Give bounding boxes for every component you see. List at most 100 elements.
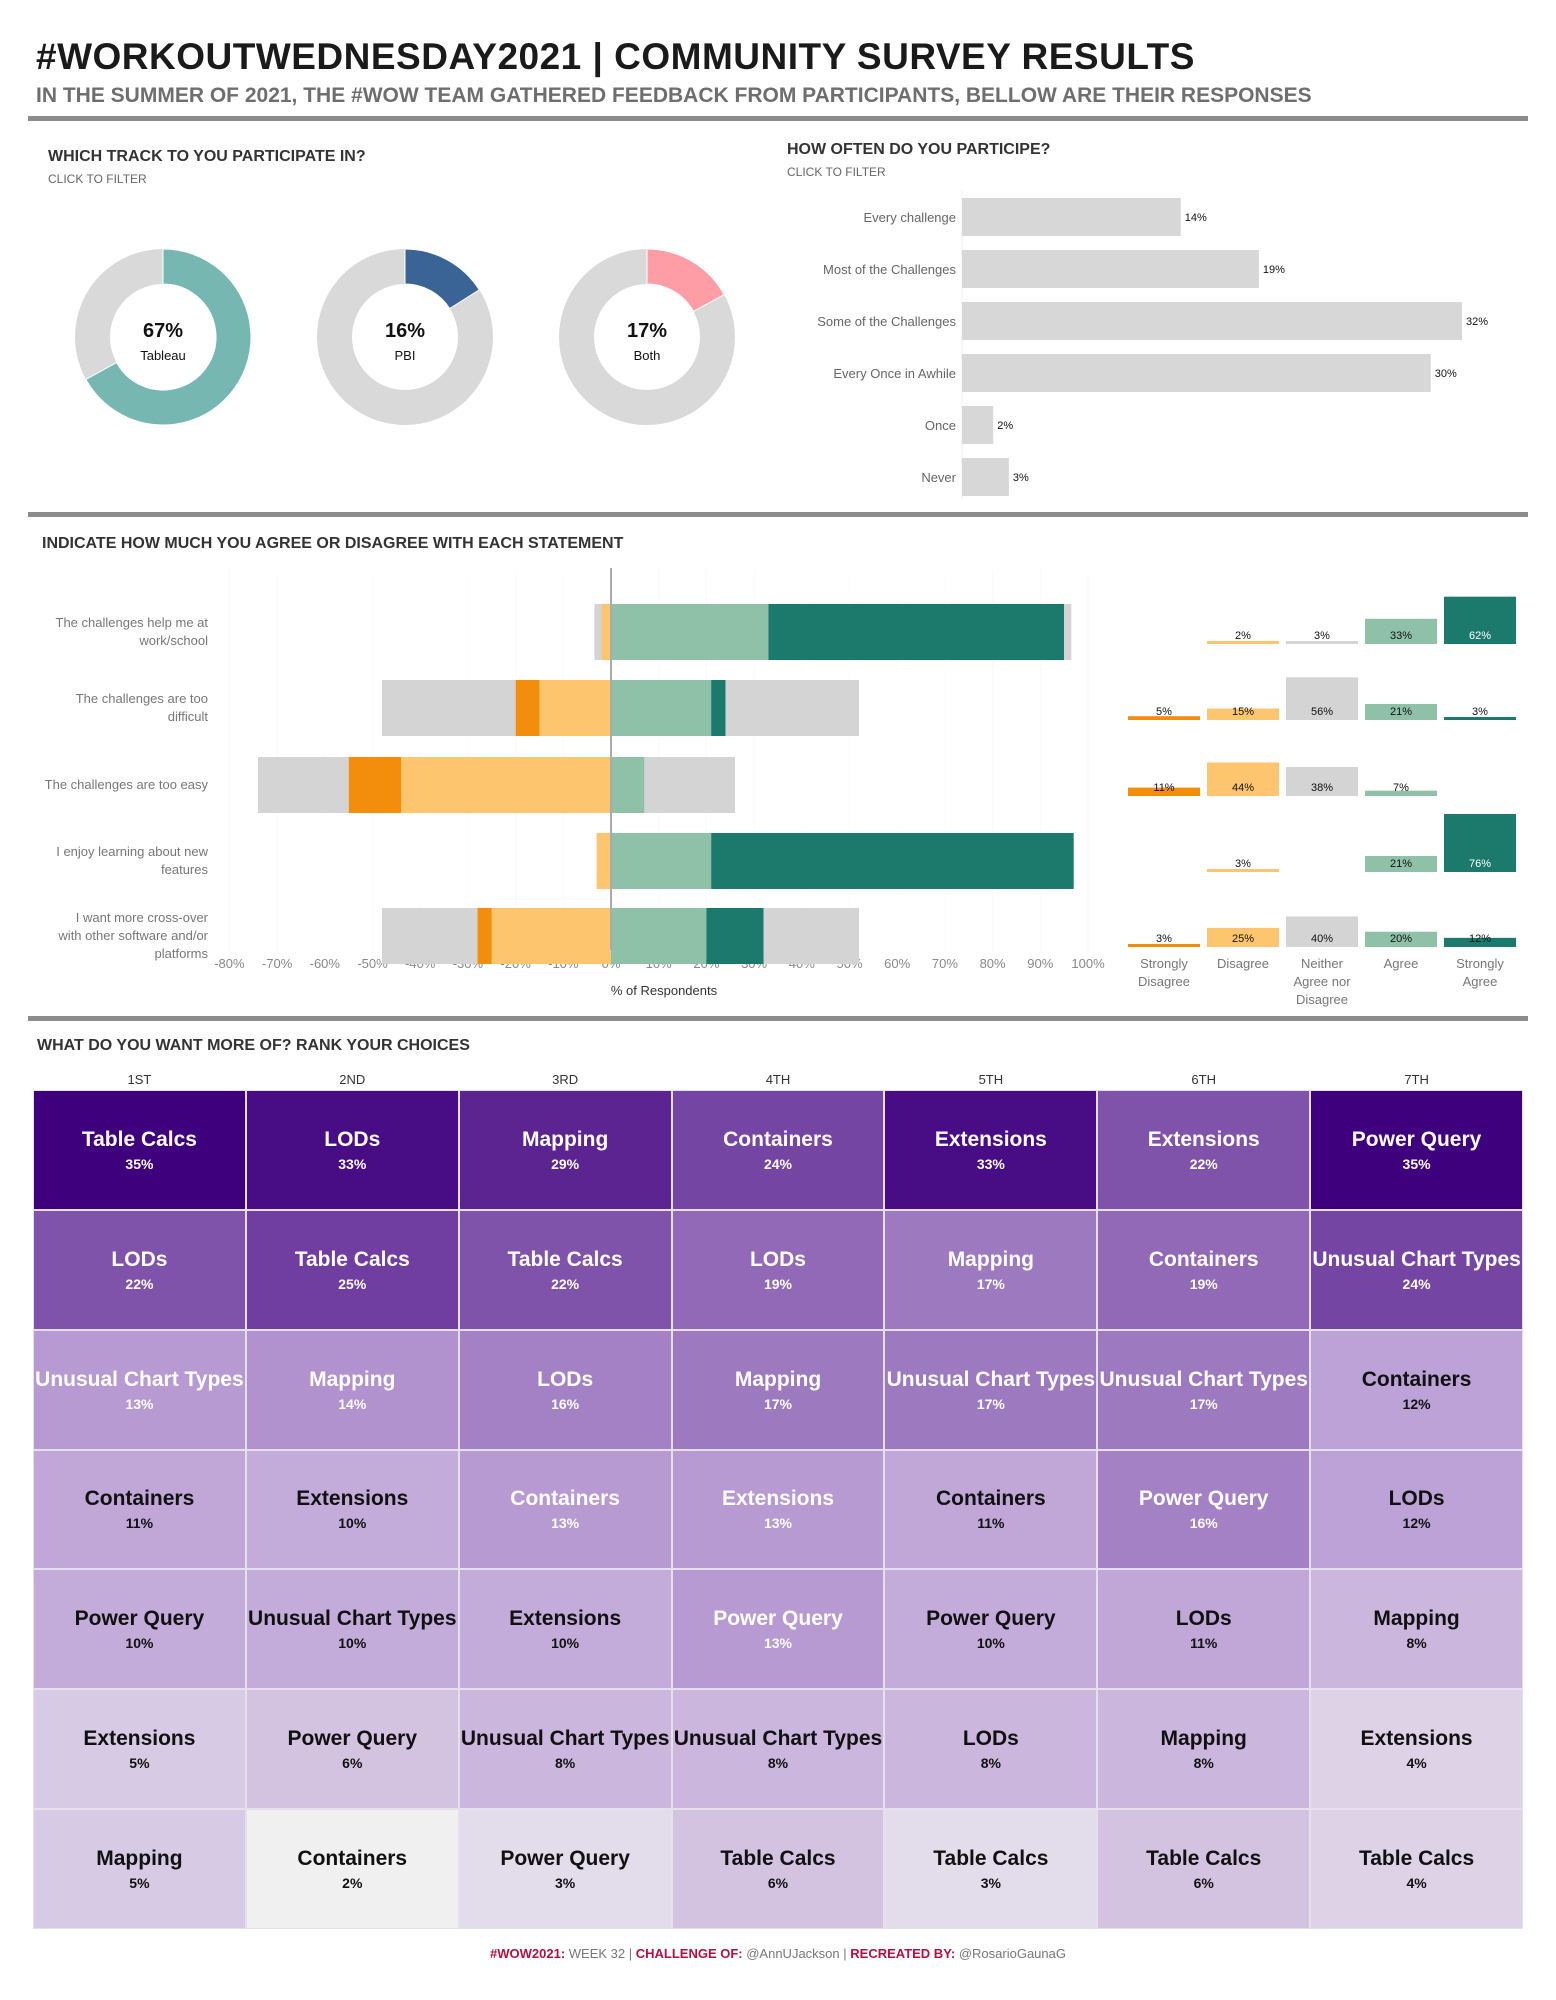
rank-cell[interactable]: Power Query 13% <box>671 1569 885 1690</box>
rank-cell[interactable]: Power Query 3% <box>458 1809 672 1929</box>
rank-cell[interactable]: Unusual Chart Types 17% <box>884 1329 1098 1450</box>
rank-cell[interactable]: Table Calcs 6% <box>671 1809 885 1929</box>
rank-cell[interactable]: Power Query 6% <box>245 1689 459 1810</box>
frequency-bar-chart[interactable]: Every challenge 14% Most of the Challenges… <box>780 190 1556 500</box>
rank-cell[interactable]: Containers 12% <box>1310 1329 1523 1450</box>
donut-tableau[interactable]: 67% Tableau <box>75 248 252 426</box>
rank-cell[interactable]: Containers 2% <box>245 1809 459 1929</box>
rank-cell-feature: Power Query <box>713 1607 843 1631</box>
multiple-value-label: 11% <box>1153 782 1174 794</box>
rank-cell[interactable]: Table Calcs 25% <box>245 1209 459 1330</box>
x-tick-label: 90% <box>1027 956 1053 971</box>
frequency-bar[interactable] <box>962 250 1259 288</box>
footer-recreated-author[interactable]: @RosarioGaunaG <box>955 1946 1066 1961</box>
rank-cell[interactable]: LODs 22% <box>33 1209 246 1330</box>
multiple-value-label: 44% <box>1232 782 1254 794</box>
rank-cell[interactable]: Containers 24% <box>671 1090 885 1210</box>
rank-cell-percent: 10% <box>551 1635 580 1652</box>
rank-cell[interactable]: Table Calcs 6% <box>1097 1809 1311 1929</box>
bar-segment-strongly-agree <box>711 833 1074 889</box>
rank-cell[interactable]: Extensions 10% <box>458 1569 672 1690</box>
rank-cell-feature: Mapping <box>947 1247 1035 1271</box>
multiple-value-label: 7% <box>1393 782 1409 794</box>
rank-cell-percent: 4% <box>1406 1755 1427 1772</box>
rank-cell[interactable]: Power Query 16% <box>1097 1449 1311 1570</box>
rank-cell-feature: Unusual Chart Types <box>1312 1247 1521 1271</box>
rank-cell[interactable]: LODs 16% <box>458 1329 672 1450</box>
rank-cell[interactable]: Mapping 14% <box>245 1329 459 1450</box>
rank-cell[interactable]: Containers 11% <box>33 1449 246 1570</box>
rank-cell[interactable]: Table Calcs 35% <box>33 1090 246 1210</box>
multiple-value-label: 62% <box>1469 630 1491 642</box>
rank-cell[interactable]: Unusual Chart Types 24% <box>1310 1209 1523 1330</box>
rank-cell-feature: Extensions <box>721 1487 835 1511</box>
rank-cell[interactable]: Unusual Chart Types 10% <box>245 1569 459 1690</box>
rank-cell[interactable]: Mapping 8% <box>1310 1569 1523 1690</box>
multiple-value-label: 21% <box>1390 706 1412 718</box>
frequency-bar[interactable] <box>962 406 994 444</box>
rank-cell[interactable]: Table Calcs 3% <box>884 1809 1098 1929</box>
multiple-value-label: 25% <box>1232 933 1254 945</box>
rank-cell-percent: 13% <box>125 1395 154 1412</box>
rank-cell-feature: Containers <box>1361 1367 1472 1391</box>
frequency-bar[interactable] <box>962 198 1181 236</box>
frequency-bar[interactable] <box>962 302 1462 340</box>
rank-cell[interactable]: Extensions 4% <box>1310 1689 1523 1810</box>
rank-cell-percent: 3% <box>980 1875 1001 1892</box>
rank-cell[interactable]: Containers 11% <box>884 1449 1098 1570</box>
rank-cell[interactable]: LODs 33% <box>245 1090 459 1210</box>
multiple-value-label: 12% <box>1469 933 1491 945</box>
rank-cell[interactable]: LODs 19% <box>671 1209 885 1330</box>
rank-cell[interactable]: Unusual Chart Types 17% <box>1097 1329 1311 1450</box>
rank-cell[interactable]: Mapping 8% <box>1097 1689 1311 1810</box>
x-tick-label: 100% <box>1071 956 1105 971</box>
rank-cell[interactable]: Unusual Chart Types 8% <box>458 1689 672 1810</box>
rank-cell[interactable]: Table Calcs 4% <box>1310 1809 1523 1929</box>
bar-segment-disagree <box>401 757 611 813</box>
rank-cell[interactable]: LODs 8% <box>884 1689 1098 1810</box>
rank-column-header: 5TH <box>978 1072 1004 1087</box>
donut-pbi[interactable]: 16% PBI <box>317 248 493 425</box>
rank-cell-percent: 10% <box>338 1515 367 1532</box>
rank-cell[interactable]: Extensions 10% <box>245 1449 459 1570</box>
rank-cell[interactable]: Extensions 22% <box>1097 1090 1311 1210</box>
rank-cell[interactable]: LODs 11% <box>1097 1569 1311 1690</box>
bar-segment-agree <box>611 833 712 889</box>
statement-label: I enjoy learning about new <box>56 844 208 859</box>
rank-cell[interactable]: Mapping 17% <box>671 1329 885 1450</box>
rank-cell[interactable]: Unusual Chart Types 8% <box>671 1689 885 1810</box>
rank-cell[interactable]: Mapping 17% <box>884 1209 1098 1330</box>
rank-cell-percent: 12% <box>1402 1395 1431 1412</box>
footer-challenge-author[interactable]: @AnnUJackson <box>746 1946 843 1961</box>
rank-cell[interactable]: Extensions 13% <box>671 1449 885 1570</box>
rank-cell[interactable]: Extensions 5% <box>33 1689 246 1810</box>
frequency-bar[interactable] <box>962 458 1009 496</box>
frequency-bar[interactable] <box>962 354 1431 392</box>
rank-cell[interactable]: Table Calcs 22% <box>458 1209 672 1330</box>
rank-cell-percent: 35% <box>125 1155 154 1172</box>
bar-segment-disagree <box>601 604 611 660</box>
rank-cell-percent: 5% <box>129 1755 150 1772</box>
rank-cell[interactable]: Power Query 35% <box>1310 1090 1523 1210</box>
bar-segment-agree <box>611 604 769 660</box>
rank-cell-percent: 19% <box>763 1275 792 1292</box>
likert-small-multiples: 5% 11% 3% 2% 15% 44% 3% 25% 3% 56% 38% 40% 33% 21% 7% 2… <box>1128 596 1516 1007</box>
donut-both[interactable]: 17% Both <box>559 248 735 425</box>
statement-label: platforms <box>155 946 209 961</box>
page-subtitle: IN THE SUMMER OF 2021, THE #WOW TEAM GAT… <box>36 84 1312 107</box>
rank-column-header: 3RD <box>552 1072 579 1087</box>
rank-cell[interactable]: Containers 13% <box>458 1449 672 1570</box>
rank-cell[interactable]: Mapping 5% <box>33 1809 246 1929</box>
frequency-category-label: Never <box>921 470 956 485</box>
rank-cell[interactable]: Power Query 10% <box>33 1569 246 1690</box>
response-column-label: Disagree <box>1296 992 1348 1007</box>
rank-cell[interactable]: Containers 19% <box>1097 1209 1311 1330</box>
track-donut-chart[interactable]: 67% Tableau 16% PBI 17% Both <box>0 200 780 490</box>
rank-cell[interactable]: Mapping 29% <box>458 1090 672 1210</box>
divider <box>28 512 1528 517</box>
rank-cell[interactable]: Extensions 33% <box>884 1090 1098 1210</box>
rank-cell[interactable]: LODs 12% <box>1310 1449 1523 1570</box>
bar-segment-disagree <box>539 680 611 736</box>
rank-cell[interactable]: Power Query 10% <box>884 1569 1098 1690</box>
rank-cell[interactable]: Unusual Chart Types 13% <box>33 1329 246 1450</box>
